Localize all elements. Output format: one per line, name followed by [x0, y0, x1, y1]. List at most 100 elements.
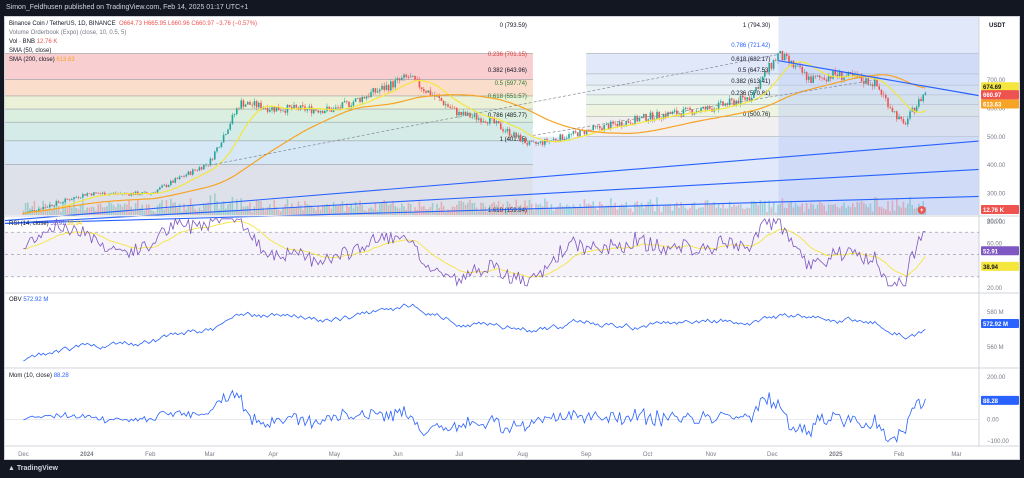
candle-body	[75, 197, 78, 198]
candle-body	[821, 77, 823, 79]
volume-bar	[544, 198, 546, 215]
candle-body	[649, 112, 652, 120]
candle-body	[233, 114, 236, 115]
candle-body	[462, 111, 465, 116]
candle-body	[502, 129, 504, 132]
fib-zone-left	[5, 79, 533, 96]
candle-body	[282, 110, 284, 112]
sma50-legend[interactable]: SMA (50, close)	[9, 48, 51, 54]
candle-body	[764, 71, 766, 77]
volume-bar	[328, 205, 331, 215]
candle-body	[486, 122, 489, 124]
fib-zone-left	[5, 95, 533, 110]
candle-body	[922, 94, 925, 102]
candle-body	[471, 116, 474, 118]
symbol-title: Binance Coin / TetherUS, 1D, BINANCE	[9, 21, 116, 27]
volume-bar	[49, 202, 51, 215]
volume-bar	[823, 205, 826, 215]
volume-bar	[517, 205, 520, 215]
volume-bar	[128, 199, 130, 215]
candle-body	[561, 134, 564, 140]
volume-bar	[304, 200, 306, 215]
price-tick-label: 400.00	[987, 163, 1006, 169]
volume-bar	[431, 202, 434, 215]
candle-body	[484, 121, 487, 123]
mom-title[interactable]: Mom (10, close)	[9, 373, 52, 379]
volume-bar	[264, 210, 267, 215]
volume-bar	[35, 209, 38, 215]
candle-body	[645, 114, 647, 121]
volume-bar	[737, 204, 740, 215]
volume-bar	[295, 207, 298, 215]
candle-body	[280, 110, 282, 111]
volume-bar	[790, 201, 793, 215]
candle-body	[920, 99, 922, 102]
volume-bar	[764, 200, 766, 215]
candle-body	[508, 129, 511, 136]
fib-label-right: 0 (500.76)	[743, 112, 770, 118]
chart-area[interactable]: 0 (793.59) 0.236 (701.15) 0.382 (643.96) 0.…	[4, 16, 1020, 460]
volume-bar	[695, 209, 698, 215]
candle-body	[73, 197, 75, 200]
candle-body	[313, 109, 315, 114]
volume-bar	[407, 202, 410, 215]
vol-legend[interactable]: Vol · BNB	[9, 39, 35, 45]
volume-bar	[717, 204, 720, 215]
volume-bar	[711, 203, 713, 215]
candle-body	[900, 116, 903, 120]
volume-bar	[528, 200, 531, 215]
main-legend: Binance Coin / TetherUS, 1D, BINANCE O66…	[9, 20, 257, 65]
candle-body	[379, 89, 381, 92]
candle-body	[500, 123, 502, 130]
volume-bar	[526, 205, 529, 215]
volume-bar	[156, 205, 159, 215]
volume-bar	[702, 207, 705, 215]
candle-body	[381, 85, 383, 90]
candle-body	[143, 191, 146, 193]
candle-body	[616, 123, 619, 127]
obv-title[interactable]: OBV	[9, 297, 22, 303]
candle-body	[231, 114, 234, 124]
candle-body	[634, 115, 636, 125]
candle-body	[352, 101, 355, 106]
candle-body	[203, 164, 205, 170]
volume-bar	[724, 208, 727, 215]
candle-body	[885, 95, 887, 99]
candle-body	[893, 111, 896, 112]
vrvp-legend[interactable]: Volume Orderbook (Expo) (close, 10, 0.5,…	[9, 30, 126, 36]
time-tick-label: 2024	[80, 452, 94, 458]
mom-legend: Mom (10, close) 88.28	[9, 372, 69, 381]
candle-body	[436, 96, 438, 97]
chart-svg[interactable]: 0 (793.59) 0.236 (701.15) 0.382 (643.96) 0.…	[5, 17, 1020, 460]
candle-body	[533, 141, 535, 143]
volume-bar	[909, 196, 911, 215]
volume-bar	[566, 204, 568, 215]
volume-bar	[473, 202, 476, 215]
candle-body	[112, 192, 115, 194]
volume-bar	[627, 208, 630, 215]
candle-body	[772, 60, 775, 69]
volume-bar	[286, 199, 289, 215]
price-tick-label: 300.00	[987, 192, 1006, 198]
candle-body	[357, 97, 359, 99]
candle-body	[405, 74, 408, 77]
candle-body	[588, 129, 590, 131]
candle-body	[264, 108, 267, 109]
sma200-legend[interactable]: SMA (200, close)	[9, 57, 55, 63]
candle-body	[229, 123, 232, 130]
volume-bar	[865, 204, 867, 215]
candle-body	[566, 138, 568, 139]
candle-body	[869, 84, 872, 86]
volume-bar	[71, 207, 73, 215]
time-tick-label: Mar	[204, 452, 214, 458]
volume-bar	[249, 202, 251, 215]
rsi-title[interactable]: RSI (14, close)	[9, 221, 49, 227]
rsi-tick-label: 80.00	[987, 219, 1003, 225]
volume-bar	[673, 204, 676, 215]
volume-tag: 12.76 K	[983, 208, 1005, 214]
sma200-price-tag: 613.63	[983, 103, 1002, 109]
candle-body	[269, 110, 271, 112]
alert-icon	[917, 206, 926, 214]
candle-body	[376, 91, 379, 93]
volume-bar	[667, 205, 669, 215]
